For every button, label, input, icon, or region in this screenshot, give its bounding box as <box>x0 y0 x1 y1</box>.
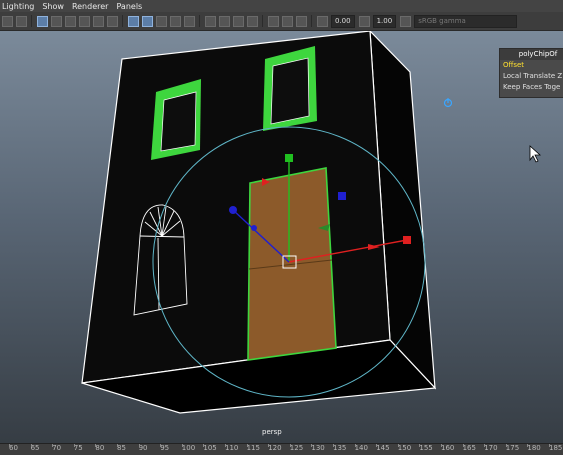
timeline-tick: 95 <box>160 444 170 452</box>
menu-lighting[interactable]: Lighting <box>0 2 40 11</box>
xray-joints-icon[interactable] <box>268 15 279 27</box>
grid-icon[interactable] <box>37 15 48 27</box>
manipulator-blue-box[interactable] <box>338 192 346 200</box>
lights-icon[interactable] <box>205 15 216 27</box>
polychipoff-channel-popup: polyChipOf Offset Local Translate Z Keep… <box>499 48 563 98</box>
panel-toolbar: 0.00 1.00 sRGB gamma <box>0 12 563 31</box>
textured-icon[interactable] <box>184 15 195 27</box>
timeline-tick: 80 <box>95 444 105 452</box>
timeline-tick: 155 <box>419 444 433 452</box>
timeline-tick: 115 <box>246 444 260 452</box>
manipulator-y-handle[interactable] <box>285 154 293 162</box>
xray-icon[interactable] <box>247 15 258 27</box>
wireframe-on-shaded-icon[interactable] <box>170 15 181 27</box>
popup-item-keep-faces-together[interactable]: Keep Faces Toge <box>500 82 563 93</box>
timeline-tick: 60 <box>9 444 18 452</box>
select-camera-icon[interactable] <box>2 15 13 27</box>
timeline-tick: 150 <box>397 444 412 452</box>
shadows-icon[interactable] <box>219 15 230 27</box>
camera-label: persp <box>262 428 282 436</box>
camera-attributes-icon[interactable] <box>16 15 27 27</box>
mouse-cursor-icon <box>529 145 542 163</box>
timeline-tick: 90 <box>138 444 148 452</box>
timeline-tick: 65 <box>30 444 40 452</box>
building-front-face <box>81 31 391 384</box>
timeline-tick: 180 <box>527 444 541 452</box>
gate-mask-icon[interactable] <box>79 15 90 27</box>
smooth-shade-icon[interactable] <box>142 15 153 27</box>
timeline-tick: 75 <box>73 444 83 452</box>
popup-title: polyChipOf <box>500 49 563 60</box>
menu-panels[interactable]: Panels <box>114 2 148 11</box>
popup-item-local-translate-z[interactable]: Local Translate Z <box>500 71 563 82</box>
use-default-material-icon[interactable] <box>156 15 167 27</box>
field-chart-icon[interactable] <box>93 15 104 27</box>
manipulator-z-marker <box>251 225 257 231</box>
timeline-tick: 105 <box>203 444 217 452</box>
resolution-gate-icon[interactable] <box>65 15 76 27</box>
menu-renderer[interactable]: Renderer <box>70 2 115 11</box>
colorspace-dropdown[interactable]: sRGB gamma <box>414 14 518 28</box>
safe-action-icon[interactable] <box>107 15 118 27</box>
window-right-opening <box>270 57 310 125</box>
toolbar-divider <box>122 15 123 27</box>
manipulator-z-handle[interactable] <box>229 206 237 214</box>
toolbar-divider <box>262 15 263 27</box>
timeline-tick: 145 <box>376 444 390 452</box>
exposure-icon[interactable] <box>317 15 328 27</box>
toolbar-divider <box>199 15 200 27</box>
backface-culling-icon[interactable] <box>296 15 307 27</box>
menu-bar: Lighting Show Renderer Panels <box>0 0 563 12</box>
manipulator-x-handle[interactable] <box>403 236 411 244</box>
scene-canvas <box>81 31 542 414</box>
timeline-tick: 165 <box>462 444 476 452</box>
timeline-tick: 110 <box>225 444 239 452</box>
window-left-opening <box>160 91 197 152</box>
toolbar-divider <box>31 15 32 27</box>
time-slider[interactable]: 60 65 70 75 80 85 90 95 100 105 110 115 120 125 130 135… <box>0 443 563 455</box>
popup-item-offset[interactable]: Offset <box>500 60 563 71</box>
gamma-field[interactable]: 1.00 <box>372 14 397 28</box>
menu-show[interactable]: Show <box>40 2 70 11</box>
timeline-tick: 70 <box>52 444 62 452</box>
timeline-tick: 140 <box>354 444 368 452</box>
toolbar-divider <box>311 15 312 27</box>
timeline-tick: 170 <box>484 444 498 452</box>
persp-viewport[interactable] <box>0 31 563 443</box>
color-management-icon[interactable] <box>400 15 412 27</box>
film-gate-icon[interactable] <box>51 15 62 27</box>
timeline-tick: 130 <box>311 444 325 452</box>
xray-active-components-icon[interactable] <box>282 15 293 27</box>
gamma-icon[interactable] <box>358 15 370 27</box>
timeline-tick: 135 <box>333 444 347 452</box>
timeline-tick: 85 <box>117 444 126 452</box>
timeline-tick: 100 <box>181 444 196 452</box>
timeline-tick: 120 <box>268 444 282 452</box>
timeline-tick: 125 <box>289 444 304 452</box>
wireframe-icon[interactable] <box>128 15 139 27</box>
exposure-field[interactable]: 0.00 <box>331 14 355 28</box>
timeline-tick: 175 <box>505 444 520 452</box>
timeline-tick: 185 <box>549 444 563 452</box>
isolate-select-icon[interactable] <box>233 15 244 27</box>
timeline-tick: 160 <box>441 444 455 452</box>
